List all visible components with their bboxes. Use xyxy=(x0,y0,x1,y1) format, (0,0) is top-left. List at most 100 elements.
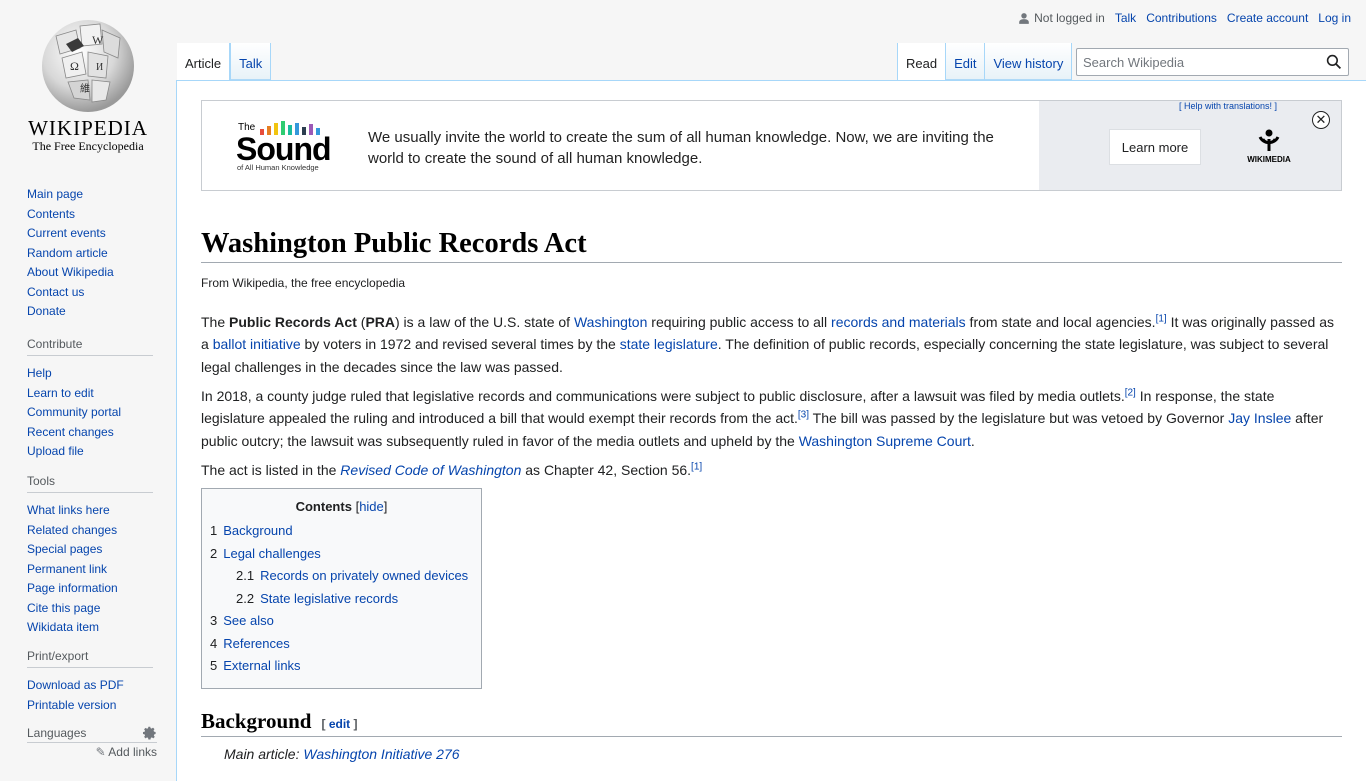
wikipedia-wordmark: WIKIPEDIA xyxy=(28,116,148,140)
sidebar-item-page-information[interactable]: Page information xyxy=(27,581,118,595)
namespace-tabs: Article Talk xyxy=(177,42,272,80)
personal-tools: Not logged in Talk Contributions Create … xyxy=(1018,11,1351,25)
wikimedia-wordmark: WIKIMEDIA xyxy=(1247,155,1291,164)
tab-article[interactable]: Article xyxy=(177,43,231,80)
toc-item[interactable]: 2 Legal challenges xyxy=(210,543,481,566)
banner-action-panel: [ Help with translations! ] Learn more W… xyxy=(1039,101,1341,190)
user-icon xyxy=(1019,12,1029,24)
sidebar-item-wikidata-item[interactable]: Wikidata item xyxy=(27,620,99,634)
link-revised-code-of-washington[interactable]: Revised Code of Washington xyxy=(340,462,521,478)
link-washington-supreme-court[interactable]: Washington Supreme Court xyxy=(799,433,971,449)
section-edit-link[interactable]: edit xyxy=(329,717,350,731)
svg-text:И: И xyxy=(96,62,103,73)
sidebar-item-contact[interactable]: Contact us xyxy=(27,285,84,299)
toc-title: Contents xyxy=(295,499,352,514)
toc-hide-toggle[interactable]: hide xyxy=(359,499,384,514)
intro-paragraph-2: In 2018, a county judge ruled that legis… xyxy=(201,387,1324,449)
toc-item[interactable]: 3 See also xyxy=(210,610,481,633)
wikipedia-logo[interactable]: W Ω И 維 WIKIPEDIA The Free Encyclopedia xyxy=(0,0,176,160)
bold-term-pra: PRA xyxy=(365,314,395,330)
sidebar-item-community-portal[interactable]: Community portal xyxy=(27,405,121,419)
link-washington[interactable]: Washington xyxy=(574,314,647,330)
pencil-icon: ✎ xyxy=(95,745,106,759)
sound-logo-sub: of All Human Knowledge xyxy=(237,163,319,172)
sidebar-item-cite-this-page[interactable]: Cite this page xyxy=(27,601,100,615)
sidebar-heading-contribute: Contribute xyxy=(27,337,153,356)
sidebar-contribute: Contribute Help Learn to edit Community … xyxy=(27,337,153,462)
sidebar-item-current-events[interactable]: Current events xyxy=(27,226,106,240)
section-heading-background: Background[ edit ] xyxy=(201,709,1342,737)
sidebar-item-learn-to-edit[interactable]: Learn to edit xyxy=(27,386,94,400)
toc-item[interactable]: 2.2 State legislative records xyxy=(210,588,481,611)
citation-3[interactable]: [3] xyxy=(798,410,809,421)
citation-1b[interactable]: [1] xyxy=(691,461,702,472)
learn-more-button[interactable]: Learn more xyxy=(1109,129,1201,165)
sidebar-item-permanent-link[interactable]: Permanent link xyxy=(27,562,107,576)
sidebar-item-related-changes[interactable]: Related changes xyxy=(27,523,117,537)
sidebar-item-help[interactable]: Help xyxy=(27,366,52,380)
sidebar-item-special-pages[interactable]: Special pages xyxy=(27,542,102,556)
wikipedia-globe-icon: W Ω И 維 xyxy=(42,20,134,112)
wikimedia-logo: WIKIMEDIA xyxy=(1239,129,1299,164)
add-links-link[interactable]: Add links xyxy=(108,745,157,759)
view-tabs: Read Edit View history xyxy=(897,42,1073,80)
sidebar-heading-tools: Tools xyxy=(27,474,153,493)
sidebar-tools: Tools What links here Related changes Sp… xyxy=(27,474,153,638)
svg-text:W: W xyxy=(92,33,104,47)
table-of-contents: Contents [hide] 1 Background 2 Legal chall… xyxy=(201,488,482,689)
search-input[interactable] xyxy=(1077,49,1329,75)
intro-paragraph-1: The Public Records Act (PRA) is a law of… xyxy=(201,313,1334,375)
search-icon[interactable] xyxy=(1326,54,1342,70)
tab-talk[interactable]: Talk xyxy=(230,43,272,80)
create-account-link[interactable]: Create account xyxy=(1227,11,1308,25)
sidebar-languages: Languages ✎ Add links xyxy=(27,726,157,759)
contributions-link[interactable]: Contributions xyxy=(1146,11,1217,25)
tab-read[interactable]: Read xyxy=(897,43,947,80)
talk-link[interactable]: Talk xyxy=(1115,11,1136,25)
bold-term-public-records-act: Public Records Act xyxy=(229,314,357,330)
link-ballot-initiative[interactable]: ballot initiative xyxy=(213,336,301,352)
toc-item[interactable]: 1 Background xyxy=(210,520,481,543)
citation-2[interactable]: [2] xyxy=(1125,387,1136,398)
sidebar-item-donate[interactable]: Donate xyxy=(27,304,66,318)
sidebar-item-download-pdf[interactable]: Download as PDF xyxy=(27,678,124,692)
close-icon: ✕ xyxy=(1315,112,1327,127)
toc-item[interactable]: 2.1 Records on privately owned devices xyxy=(210,565,481,588)
fundraising-banner: The Sound of All Human Knowledge We usua… xyxy=(201,100,1342,191)
close-banner-button[interactable]: ✕ xyxy=(1312,111,1330,129)
help-translations-link[interactable]: [ Help with translations! ] xyxy=(1179,101,1277,111)
banner-message: We usually invite the world to create th… xyxy=(368,129,994,167)
wikipedia-tagline: The Free Encyclopedia xyxy=(32,139,144,153)
link-jay-inslee[interactable]: Jay Inslee xyxy=(1228,410,1291,426)
sidebar-item-random-article[interactable]: Random article xyxy=(27,246,108,260)
gear-icon[interactable] xyxy=(143,726,157,740)
sidebar-item-contents[interactable]: Contents xyxy=(27,207,75,221)
link-records-and-materials[interactable]: records and materials xyxy=(831,314,966,330)
sidebar-heading-print: Print/export xyxy=(27,649,153,668)
sidebar-print-export: Print/export Download as PDF Printable v… xyxy=(27,649,153,715)
tab-edit[interactable]: Edit xyxy=(946,43,986,80)
sidebar-item-printable-version[interactable]: Printable version xyxy=(27,698,116,712)
sidebar-item-what-links-here[interactable]: What links here xyxy=(27,503,110,517)
intro-paragraph-3: The act is listed in the Revised Code of… xyxy=(201,461,703,478)
not-logged-in-text: Not logged in xyxy=(1034,11,1105,25)
sidebar-heading-languages: Languages xyxy=(27,726,87,740)
link-washington-initiative-276[interactable]: Washington Initiative 276 xyxy=(303,746,459,762)
tab-view-history[interactable]: View history xyxy=(985,43,1073,80)
sidebar-item-recent-changes[interactable]: Recent changes xyxy=(27,425,114,439)
sidebar-navigation: Main page Contents Current events Random… xyxy=(27,185,153,322)
link-state-legislature[interactable]: state legislature xyxy=(620,336,718,352)
site-subtitle: From Wikipedia, the free encyclopedia xyxy=(201,276,406,290)
svg-text:維: 維 xyxy=(80,82,90,95)
page-title: Washington Public Records Act xyxy=(201,228,1342,263)
wikimedia-logo-icon xyxy=(1258,129,1280,151)
sidebar-item-upload-file[interactable]: Upload file xyxy=(27,444,84,458)
citation-1[interactable]: [1] xyxy=(1156,313,1167,324)
sidebar-item-main-page[interactable]: Main page xyxy=(27,187,83,201)
toc-item[interactable]: 5 External links xyxy=(210,655,481,678)
toc-item[interactable]: 4 References xyxy=(210,633,481,656)
sound-logo: The Sound of All Human Knowledge xyxy=(236,121,346,173)
svg-text:Ω: Ω xyxy=(70,59,79,73)
sidebar-item-about[interactable]: About Wikipedia xyxy=(27,265,114,279)
login-link[interactable]: Log in xyxy=(1318,11,1351,25)
